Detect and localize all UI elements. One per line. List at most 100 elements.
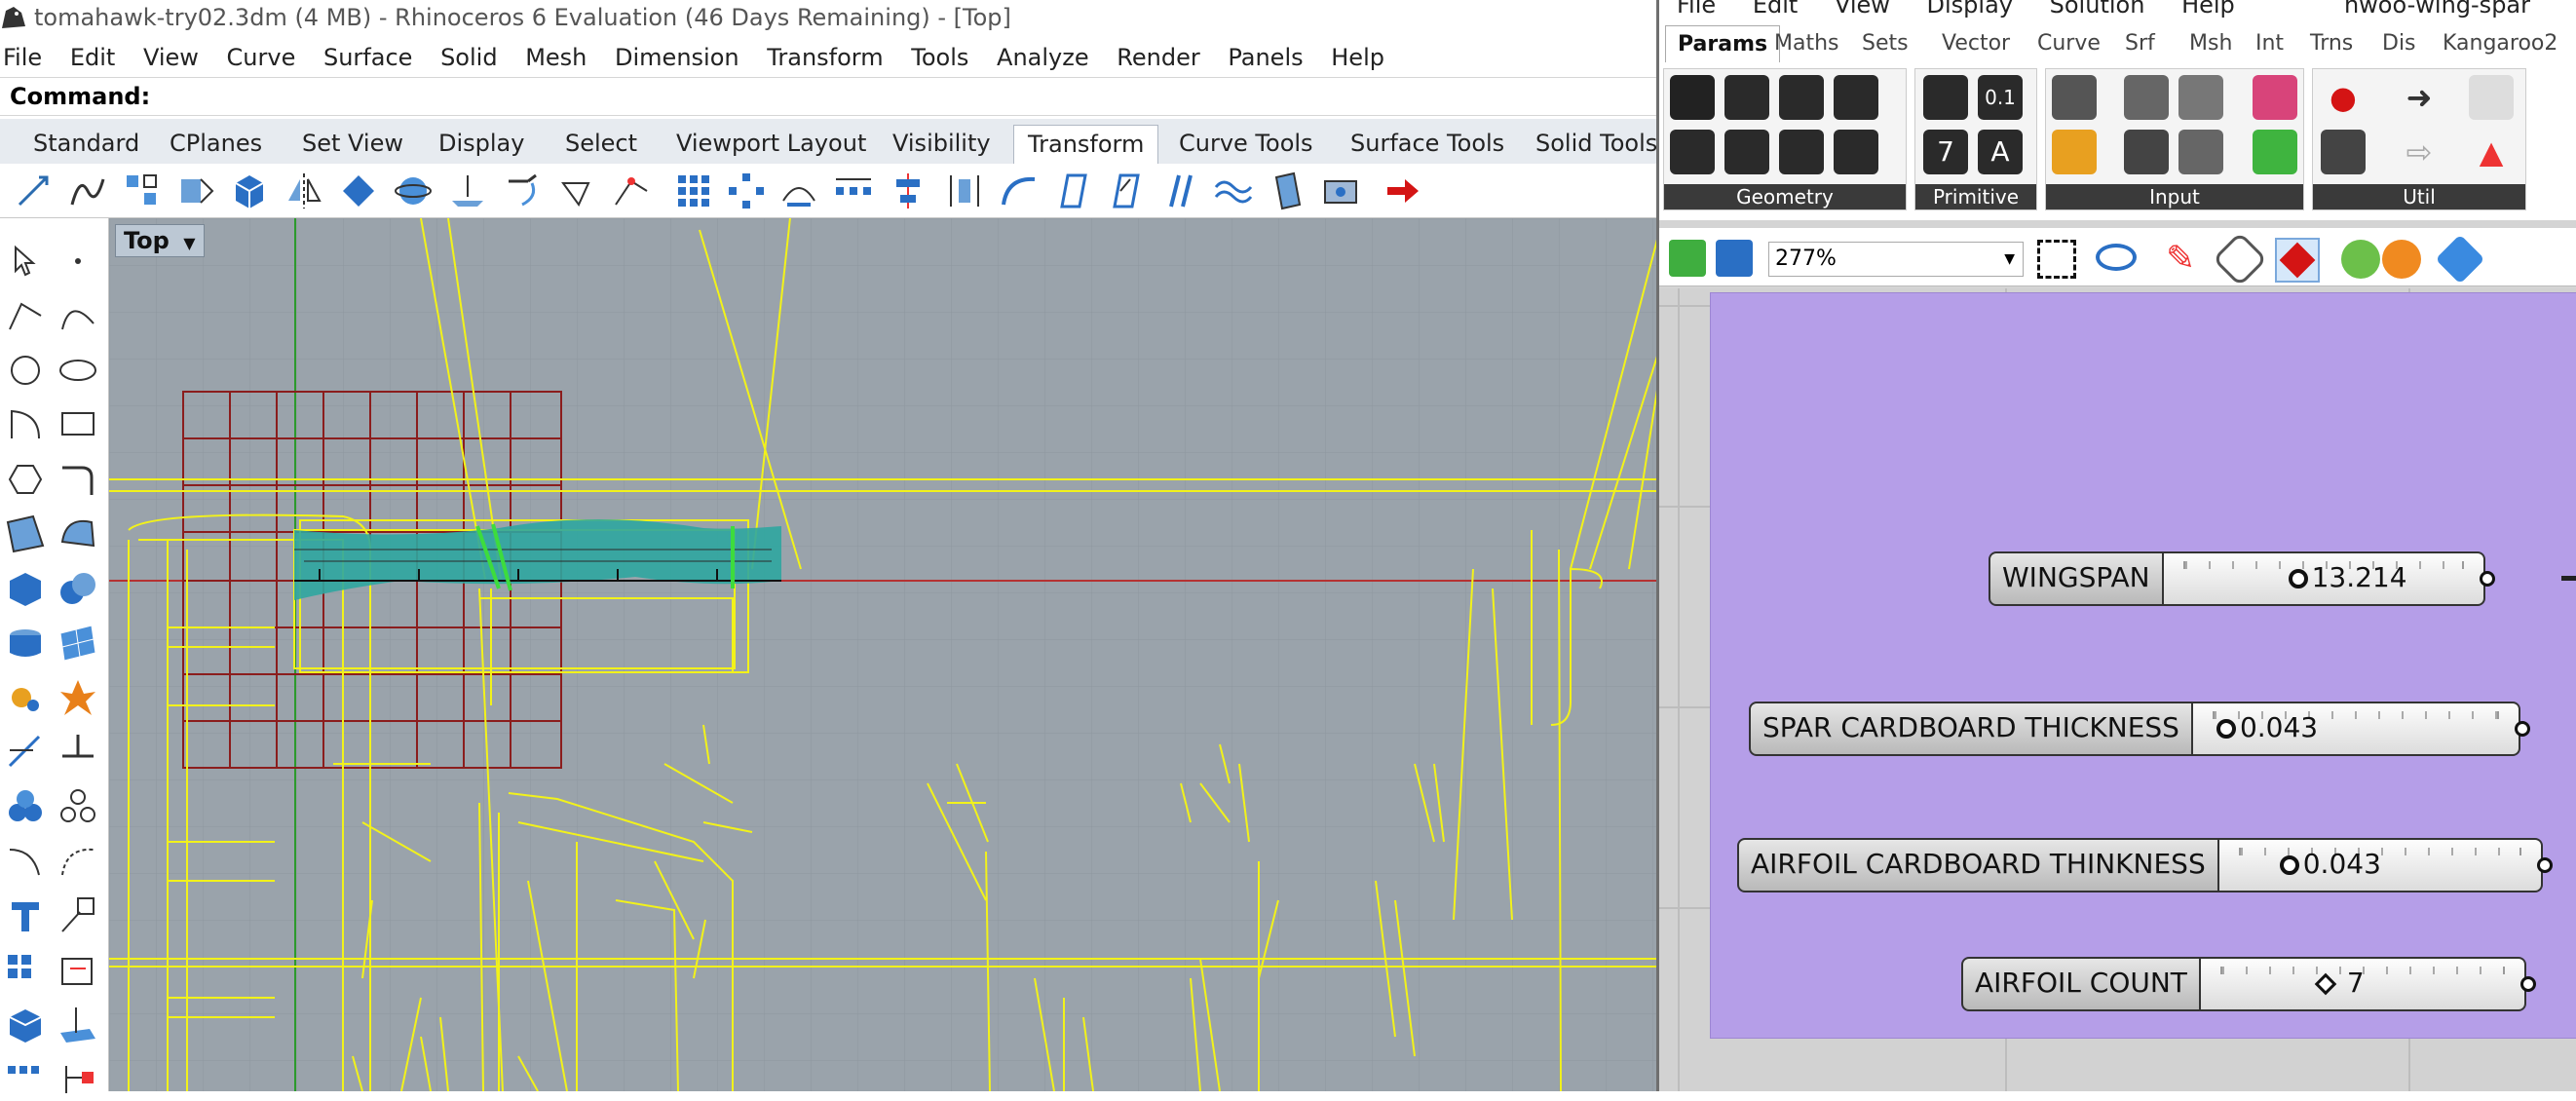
polyline-icon[interactable] bbox=[4, 294, 47, 337]
mesh-icon[interactable] bbox=[57, 622, 99, 664]
polygon-icon[interactable] bbox=[4, 458, 47, 501]
block-icon[interactable] bbox=[4, 1004, 47, 1046]
preview-shaded-icon[interactable] bbox=[2275, 238, 2320, 283]
menu-transform[interactable]: Transform bbox=[767, 44, 883, 71]
slider-track[interactable]: 7 bbox=[2200, 957, 2536, 1011]
slider-group[interactable] bbox=[1710, 292, 2576, 1039]
flask-icon[interactable]: ▲ bbox=[2469, 130, 2514, 174]
rotate-3d-icon[interactable] bbox=[394, 171, 433, 210]
gh-menu-file[interactable]: File bbox=[1677, 0, 1716, 19]
ellipse-icon[interactable] bbox=[57, 349, 99, 392]
more-tools-arrow-icon[interactable] bbox=[1383, 171, 1422, 210]
trim-icon[interactable] bbox=[4, 731, 47, 774]
gh-group-util-label[interactable]: Util bbox=[2313, 184, 2525, 209]
output-port[interactable] bbox=[2536, 857, 2553, 873]
zoom-extents-icon[interactable] bbox=[2037, 240, 2076, 279]
menu-dimension[interactable]: Dimension bbox=[615, 44, 739, 71]
tab-solid-tools[interactable]: Solid Tools bbox=[1522, 125, 1656, 164]
graph-mapper-icon[interactable] bbox=[2052, 130, 2097, 174]
arc-icon[interactable] bbox=[4, 403, 47, 446]
stretch-icon[interactable] bbox=[1107, 171, 1146, 210]
ungroup-icon[interactable] bbox=[57, 785, 99, 828]
gh-menu-solution[interactable]: Solution bbox=[2050, 0, 2145, 19]
colour-swatch-icon[interactable] bbox=[2253, 130, 2297, 174]
cluster-icon[interactable] bbox=[2469, 75, 2514, 120]
array-linear-icon[interactable] bbox=[834, 171, 873, 210]
gh-tab-int[interactable]: Int bbox=[2244, 25, 2295, 62]
slider-airfoil-count[interactable]: AIRFOIL COUNT 7 bbox=[1961, 957, 2536, 1011]
command-line[interactable]: Command: bbox=[0, 77, 1656, 116]
cage-edit-icon[interactable] bbox=[1054, 171, 1093, 210]
taper-icon[interactable] bbox=[612, 171, 651, 210]
surface-icon[interactable] bbox=[4, 513, 47, 555]
solid-box-icon[interactable] bbox=[4, 567, 47, 610]
save-file-icon[interactable] bbox=[1716, 240, 1753, 277]
menu-panels[interactable]: Panels bbox=[1228, 44, 1303, 71]
output-port[interactable] bbox=[2479, 571, 2495, 587]
scale-icon[interactable] bbox=[177, 171, 216, 210]
gh-tab-curve[interactable]: Curve bbox=[2026, 25, 2112, 62]
tab-curve-tools[interactable]: Curve Tools bbox=[1165, 125, 1327, 164]
button-icon[interactable] bbox=[2124, 130, 2169, 174]
tab-display[interactable]: Display bbox=[425, 125, 538, 164]
toggle-icon[interactable] bbox=[2124, 75, 2169, 120]
line-param-icon[interactable] bbox=[1724, 130, 1769, 174]
circle-param-icon[interactable] bbox=[1724, 75, 1769, 120]
copy-icon[interactable] bbox=[68, 171, 107, 210]
menu-surface[interactable]: Surface bbox=[323, 44, 412, 71]
viewport-title[interactable]: Top ▼ bbox=[115, 224, 205, 257]
select-arrow-icon[interactable] bbox=[4, 240, 47, 283]
gh-tab-sets[interactable]: Sets bbox=[1850, 25, 1920, 62]
arrow-outline-icon[interactable]: ⇨ bbox=[2397, 130, 2442, 174]
gh-canvas[interactable]: WINGSPAN 13.214 SPAR CARDBOARD THICKNESS… bbox=[1659, 288, 2576, 1091]
menu-help[interactable]: Help bbox=[1331, 44, 1384, 71]
radius-dim-icon[interactable] bbox=[57, 840, 99, 883]
gh-menu-view[interactable]: View bbox=[1835, 0, 1890, 19]
leader-icon[interactable] bbox=[57, 894, 99, 937]
polyline-param-icon[interactable] bbox=[1779, 130, 1824, 174]
slider-knob[interactable] bbox=[2279, 855, 2299, 875]
surface-param-icon[interactable] bbox=[1834, 75, 1878, 120]
preview-selected-icon[interactable] bbox=[2341, 240, 2380, 279]
array-icon[interactable] bbox=[123, 171, 162, 210]
shear-icon[interactable] bbox=[1161, 171, 1200, 210]
zoom-dropdown[interactable]: 277% ▼ bbox=[1768, 242, 2024, 277]
chevron-down-icon[interactable]: ▼ bbox=[183, 234, 195, 252]
menu-tools[interactable]: Tools bbox=[911, 44, 968, 71]
slider-track[interactable]: 0.043 bbox=[2218, 838, 2553, 892]
menu-file[interactable]: File bbox=[3, 44, 42, 71]
top-viewport[interactable] bbox=[109, 218, 1656, 1091]
menu-analyze[interactable]: Analyze bbox=[997, 44, 1089, 71]
gh-tab-dis[interactable]: Dis bbox=[2370, 25, 2428, 62]
slider-airfoil-cardboard-thinkness[interactable]: AIRFOIL CARDBOARD THINKNESS 0.043 bbox=[1737, 838, 2553, 892]
grid-snap-icon[interactable] bbox=[4, 949, 47, 992]
loft-icon[interactable] bbox=[57, 513, 99, 555]
tab-cplanes[interactable]: CPlanes bbox=[156, 125, 276, 164]
tab-transform[interactable]: Transform bbox=[1013, 125, 1159, 164]
grid-array-icon[interactable] bbox=[674, 171, 713, 210]
menu-view[interactable]: View bbox=[143, 44, 199, 71]
cage-icon[interactable] bbox=[1321, 171, 1360, 210]
gh-menu-help[interactable]: Help bbox=[2181, 0, 2235, 19]
more-grid-icon[interactable] bbox=[4, 1058, 47, 1101]
tab-set-view[interactable]: Set View bbox=[288, 125, 417, 164]
slider-knob[interactable] bbox=[2216, 719, 2236, 739]
number-param-icon[interactable]: 0.1 bbox=[1978, 75, 2023, 120]
orient-icon[interactable] bbox=[339, 171, 378, 210]
analyze-icon[interactable] bbox=[57, 949, 99, 992]
history-icon[interactable] bbox=[57, 1058, 99, 1101]
gh-group-input-label[interactable]: Input bbox=[2046, 184, 2303, 209]
circle-icon[interactable] bbox=[4, 349, 47, 392]
soft-transform-icon[interactable] bbox=[1269, 171, 1307, 210]
gh-tab-kangaroo2[interactable]: Kangaroo2 bbox=[2431, 25, 2569, 62]
plane-icon[interactable] bbox=[57, 1004, 99, 1046]
output-port[interactable] bbox=[2519, 976, 2536, 992]
boolean-icon[interactable] bbox=[57, 567, 99, 610]
slider-knob[interactable] bbox=[2314, 972, 2337, 996]
curve-param-icon[interactable] bbox=[1779, 75, 1824, 120]
tab-select[interactable]: Select bbox=[551, 125, 651, 164]
gh-tab-trns[interactable]: Trns bbox=[2298, 25, 2365, 62]
bend-icon[interactable] bbox=[559, 171, 598, 210]
output-port[interactable] bbox=[2514, 721, 2530, 737]
preview-eye-icon[interactable] bbox=[2096, 244, 2137, 271]
